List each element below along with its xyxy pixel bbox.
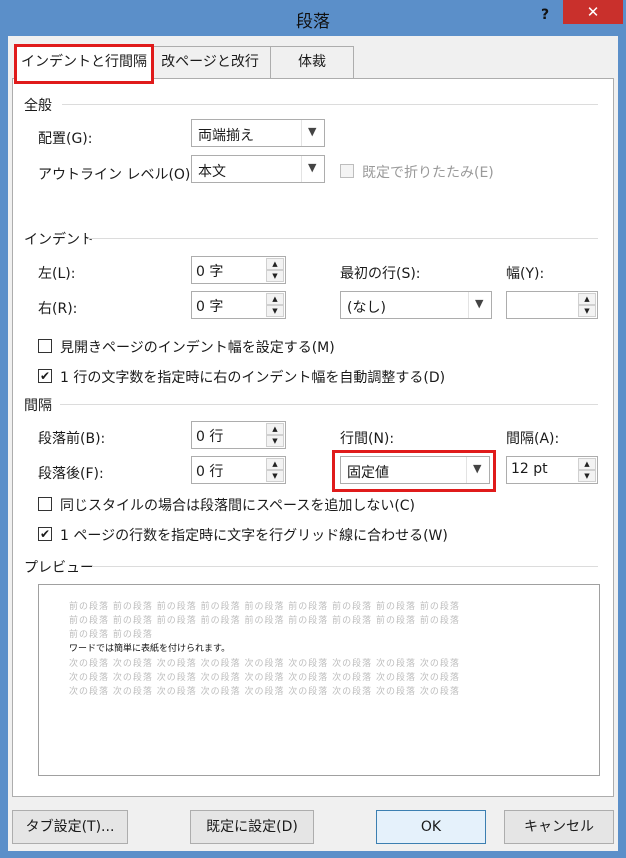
tab-asian-typography[interactable]: 体裁 <box>270 46 354 79</box>
preview-prev-line: 前の段落 前の段落 <box>69 630 153 640</box>
indent-right-label: 右(R): <box>38 301 78 317</box>
spin-up-icon[interactable]: ▲ <box>266 458 284 470</box>
title-bar[interactable]: 段落 ? ✕ <box>0 0 626 36</box>
spin-down-icon[interactable]: ▼ <box>266 470 284 482</box>
auto-adjust-label: 1 行の文字数を指定時に右のインデント幅を自動調整する(D) <box>60 370 446 386</box>
snap-to-grid-label: 1 ページの行数を指定時に文字を行グリッド線に合わせる(W) <box>60 528 448 544</box>
spin-up-icon[interactable]: ▲ <box>266 293 284 305</box>
indent-header: インデント <box>24 232 94 248</box>
general-header: 全般 <box>24 98 52 114</box>
spin-down-icon[interactable]: ▼ <box>266 435 284 447</box>
collapsed-label: 既定で折りたたみ(E) <box>362 165 494 181</box>
ok-button[interactable]: OK <box>376 810 486 844</box>
chevron-down-icon[interactable]: ▼ <box>301 156 324 182</box>
no-space-same-style-checkbox[interactable] <box>38 497 52 511</box>
spacing-header: 間隔 <box>24 398 52 414</box>
spin-down-icon[interactable]: ▼ <box>578 305 596 317</box>
alignment-dropdown[interactable]: 両端揃え ▼ <box>191 119 325 147</box>
set-as-default-button[interactable]: 既定に設定(D) <box>190 810 314 844</box>
tab-indent-spacing[interactable]: インデントと行間隔 <box>14 44 154 84</box>
close-button[interactable]: ✕ <box>563 0 623 24</box>
spacing-at-spinner[interactable]: 12 pt ▲ ▼ <box>506 456 598 484</box>
help-button[interactable]: ? <box>534 4 556 26</box>
spacing-after-label: 段落後(F): <box>38 466 104 482</box>
mirror-indents-checkbox[interactable] <box>38 339 52 353</box>
tab-label: インデントと行間隔 <box>21 54 147 70</box>
spin-up-icon[interactable]: ▲ <box>266 423 284 435</box>
dialog-title: 段落 <box>296 12 330 32</box>
spin-down-icon[interactable]: ▼ <box>266 305 284 317</box>
spin-down-icon[interactable]: ▼ <box>578 470 596 482</box>
line-spacing-label: 行間(N): <box>340 431 395 447</box>
indent-right-value: 0 字 <box>196 299 224 315</box>
outline-level-value: 本文 <box>198 164 226 180</box>
indent-left-label: 左(L): <box>38 266 76 282</box>
spacing-after-spinner[interactable]: 0 行 ▲ ▼ <box>191 456 286 484</box>
spacing-before-spinner[interactable]: 0 行 ▲ ▼ <box>191 421 286 449</box>
indent-left-value: 0 字 <box>196 264 224 280</box>
preview-box: 前の段落 前の段落 前の段落 前の段落 前の段落 前の段落 前の段落 前の段落 … <box>38 584 600 776</box>
spacing-before-value: 0 行 <box>196 429 224 445</box>
preview-header: プレビュー <box>24 560 94 576</box>
collapsed-checkbox[interactable] <box>340 164 354 178</box>
tab-line-page-breaks[interactable]: 改ページと改行 <box>148 46 272 79</box>
indent-right-spinner[interactable]: 0 字 ▲ ▼ <box>191 291 286 319</box>
preview-next-line: 次の段落 次の段落 次の段落 次の段落 次の段落 次の段落 次の段落 次の段落 … <box>69 687 460 697</box>
no-space-same-style-label: 同じスタイルの場合は段落間にスペースを追加しない(C) <box>60 498 416 514</box>
snap-to-grid-checkbox[interactable]: ✔ <box>38 527 52 541</box>
line-spacing-value: 固定値 <box>347 465 389 481</box>
cancel-button[interactable]: キャンセル <box>504 810 614 844</box>
mirror-indents-label: 見開きページのインデント幅を設定する(M) <box>60 340 335 356</box>
line-spacing-dropdown[interactable]: 固定値 ▼ <box>340 456 490 484</box>
alignment-value: 両端揃え <box>198 128 254 144</box>
auto-adjust-checkbox[interactable]: ✔ <box>38 369 52 383</box>
spacing-before-label: 段落前(B): <box>38 431 106 447</box>
chevron-down-icon[interactable]: ▼ <box>301 120 324 146</box>
spin-down-icon[interactable]: ▼ <box>266 270 284 282</box>
preview-main-line: ワードでは簡単に表紙を付けられます。 <box>69 644 231 654</box>
spin-up-icon[interactable]: ▲ <box>266 258 284 270</box>
chevron-down-icon[interactable]: ▼ <box>468 292 491 318</box>
indent-left-spinner[interactable]: 0 字 ▲ ▼ <box>191 256 286 284</box>
spacing-at-label: 間隔(A): <box>506 431 560 447</box>
preview-next-line: 次の段落 次の段落 次の段落 次の段落 次の段落 次の段落 次の段落 次の段落 … <box>69 659 460 669</box>
spin-up-icon[interactable]: ▲ <box>578 458 596 470</box>
paragraph-dialog: 段落 ? ✕ インデントと行間隔 改ページと改行 体裁 全般 配置(G): 両端… <box>0 0 626 858</box>
first-line-label: 最初の行(S): <box>340 266 421 282</box>
preview-prev-line: 前の段落 前の段落 前の段落 前の段落 前の段落 前の段落 前の段落 前の段落 … <box>69 602 460 612</box>
spacing-at-value: 12 pt <box>511 461 548 477</box>
outline-level-label: アウトライン レベル(O): <box>38 167 196 183</box>
preview-prev-line: 前の段落 前の段落 前の段落 前の段落 前の段落 前の段落 前の段落 前の段落 … <box>69 616 460 626</box>
spin-up-icon[interactable]: ▲ <box>578 293 596 305</box>
outline-level-dropdown[interactable]: 本文 ▼ <box>191 155 325 183</box>
chevron-down-icon[interactable]: ▼ <box>466 457 489 483</box>
spacing-divider <box>60 404 598 405</box>
general-divider <box>62 104 598 105</box>
preview-divider <box>92 566 598 567</box>
tab-label: 体裁 <box>298 54 326 70</box>
alignment-label: 配置(G): <box>38 131 93 147</box>
preview-next-line: 次の段落 次の段落 次の段落 次の段落 次の段落 次の段落 次の段落 次の段落 … <box>69 673 460 683</box>
indent-divider <box>88 238 598 239</box>
tab-label: 改ページと改行 <box>161 54 259 70</box>
first-line-dropdown[interactable]: (なし) ▼ <box>340 291 492 319</box>
tabs-button[interactable]: タブ設定(T)... <box>12 810 128 844</box>
indent-width-label: 幅(Y): <box>506 266 545 282</box>
spacing-after-value: 0 行 <box>196 464 224 480</box>
first-line-value: (なし) <box>347 300 386 316</box>
indent-width-spinner[interactable]: ▲ ▼ <box>506 291 598 319</box>
